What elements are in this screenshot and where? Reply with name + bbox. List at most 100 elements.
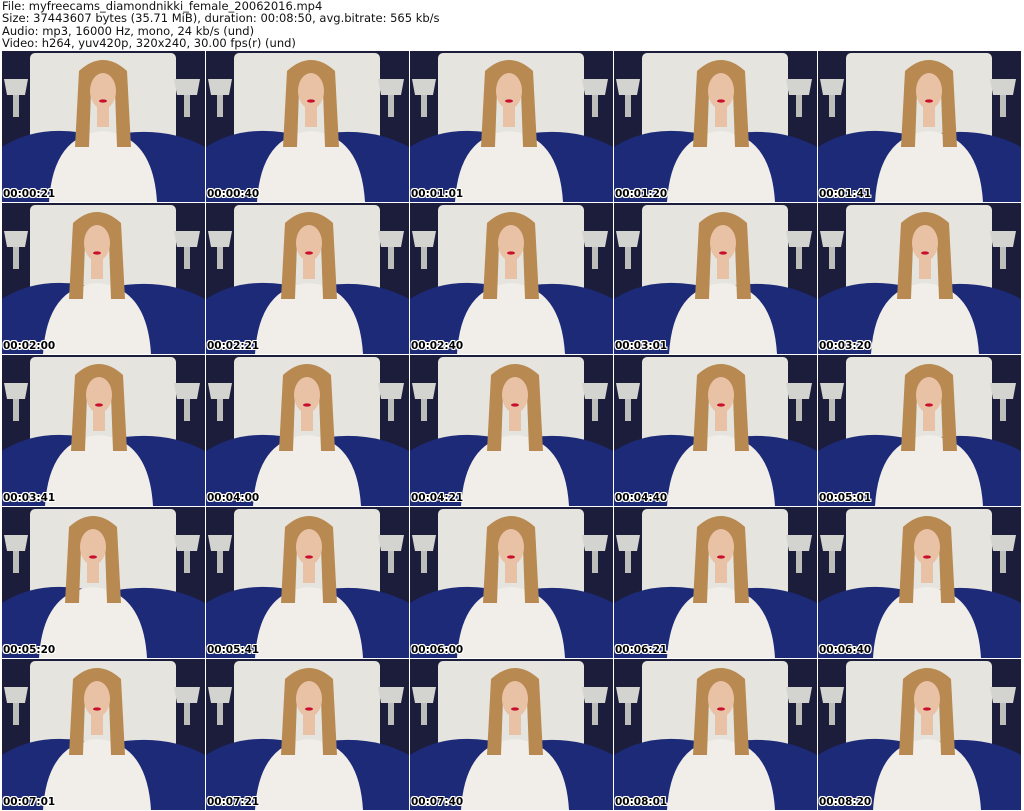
face — [708, 529, 734, 565]
neck — [303, 563, 315, 583]
lips — [925, 99, 933, 103]
lips — [95, 403, 103, 407]
lamp-right — [378, 535, 404, 551]
frame-timestamp: 00:07:21 — [207, 796, 260, 808]
thumbnail-frame: 00:08:20 — [818, 659, 1021, 810]
face — [502, 681, 528, 717]
lamp-right — [786, 383, 812, 399]
thumbnail-frame: 00:04:21 — [410, 355, 613, 506]
face — [294, 377, 320, 413]
face — [496, 73, 522, 109]
lamp-left — [412, 231, 436, 247]
lamp-right-stand — [796, 95, 802, 117]
neck — [503, 107, 515, 127]
scene-illustration — [614, 659, 817, 810]
scene-illustration — [2, 507, 205, 658]
face — [296, 681, 322, 717]
lamp-right — [174, 79, 200, 95]
thumbnail-frame: 00:05:41 — [206, 507, 409, 658]
lips — [511, 707, 519, 711]
lamp-left-stand — [625, 399, 631, 421]
lamp-left — [4, 231, 28, 247]
neck — [715, 563, 727, 583]
thumbnail-frame: 00:03:20 — [818, 203, 1021, 354]
video-info-line: Video: h264, yuv420p, 320x240, 30.00 fps… — [2, 35, 296, 50]
scene-illustration — [206, 659, 409, 810]
lamp-left-stand — [13, 247, 19, 269]
frame-timestamp: 00:08:20 — [819, 796, 872, 808]
lamp-left — [820, 79, 844, 95]
lamp-left — [412, 383, 436, 399]
thumbnail-frame: 00:06:21 — [614, 507, 817, 658]
neck — [305, 107, 317, 127]
frame-timestamp: 00:04:40 — [615, 492, 668, 504]
thumbnail-frame: 00:03:41 — [2, 355, 205, 506]
lamp-right-stand — [184, 95, 190, 117]
lamp-left — [4, 383, 28, 399]
thumbnail-frame: 00:07:01 — [2, 659, 205, 810]
lips — [719, 251, 727, 255]
lamp-right-stand — [1000, 703, 1006, 725]
lamp-left — [208, 687, 232, 703]
frame-timestamp: 00:01:20 — [615, 188, 668, 200]
lips — [93, 707, 101, 711]
lamp-right-stand — [592, 247, 598, 269]
lamp-right-stand — [388, 95, 394, 117]
neck — [97, 107, 109, 127]
lamp-right — [990, 535, 1016, 551]
neck — [919, 259, 931, 279]
lamp-right-stand — [592, 551, 598, 573]
lamp-left — [208, 79, 232, 95]
frame-timestamp: 00:06:21 — [615, 644, 668, 656]
lamp-right — [990, 79, 1016, 95]
neck — [91, 715, 103, 735]
lamp-right-stand — [1000, 95, 1006, 117]
scene-illustration — [818, 507, 1021, 658]
lamp-left-stand — [13, 399, 19, 421]
lamp-right-stand — [1000, 247, 1006, 269]
scene-illustration — [206, 203, 409, 354]
lamp-right — [786, 687, 812, 703]
thumbnail-frame: 00:06:00 — [410, 507, 613, 658]
thumbnail-frame: 00:04:00 — [206, 355, 409, 506]
lamp-right — [582, 687, 608, 703]
face — [296, 225, 322, 261]
lamp-left-stand — [217, 247, 223, 269]
neck — [509, 411, 521, 431]
scene-illustration — [410, 355, 613, 506]
thumbnail-frame: 00:07:40 — [410, 659, 613, 810]
face — [710, 225, 736, 261]
lamp-right-stand — [796, 247, 802, 269]
lamp-right-stand — [1000, 551, 1006, 573]
lamp-left — [208, 383, 232, 399]
lamp-left-stand — [421, 95, 427, 117]
thumbnail-frame: 00:02:00 — [2, 203, 205, 354]
lamp-right — [990, 231, 1016, 247]
face — [916, 377, 942, 413]
lamp-right — [378, 231, 404, 247]
lamp-left-stand — [829, 95, 835, 117]
lamp-right-stand — [388, 703, 394, 725]
lamp-right-stand — [388, 399, 394, 421]
file-size-line: Size: 37443607 bytes (35.71 MiB), durati… — [2, 11, 440, 26]
lips — [507, 251, 515, 255]
neck — [921, 563, 933, 583]
lamp-left-stand — [217, 703, 223, 725]
neck — [715, 715, 727, 735]
face — [914, 681, 940, 717]
lamp-left — [820, 231, 844, 247]
lamp-left — [208, 535, 232, 551]
lamp-right-stand — [1000, 399, 1006, 421]
frame-timestamp: 00:02:40 — [411, 340, 464, 352]
thumbnail-frame: 00:05:20 — [2, 507, 205, 658]
lips — [921, 251, 929, 255]
frame-timestamp: 00:03:20 — [819, 340, 872, 352]
lamp-right-stand — [184, 247, 190, 269]
lamp-left-stand — [421, 247, 427, 269]
lamp-left-stand — [217, 551, 223, 573]
lamp-left — [4, 79, 28, 95]
face — [84, 225, 110, 261]
face — [84, 681, 110, 717]
lips — [305, 251, 313, 255]
face — [708, 377, 734, 413]
